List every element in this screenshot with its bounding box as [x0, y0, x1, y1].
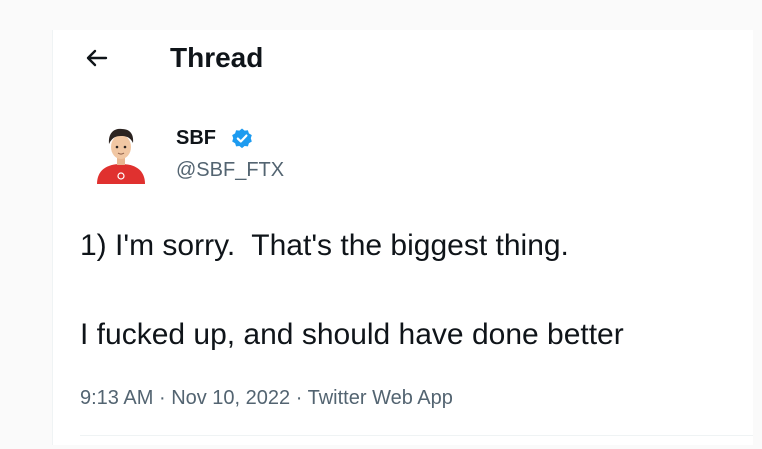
meta-separator: · — [295, 387, 303, 409]
meta-separator: · — [158, 387, 166, 409]
avatar-icon — [97, 128, 145, 184]
page-title: Thread — [170, 42, 264, 73]
tweet-source[interactable]: Twitter Web App — [308, 387, 453, 409]
tweet-time[interactable]: 9:13 AM — [80, 387, 153, 409]
display-name[interactable]: SBF — [176, 126, 216, 150]
tweet-text-line: I fucked up, and should have done better — [80, 318, 624, 351]
verified-badge — [230, 127, 254, 151]
arrow-left-icon — [86, 49, 108, 67]
verified-badge-icon — [232, 128, 252, 149]
user-handle[interactable]: @SBF_FTX — [176, 158, 284, 182]
back-button[interactable] — [79, 40, 115, 76]
avatar[interactable] — [93, 124, 149, 184]
tweet-metadata: 9:13 AM · Nov 10, 2022 · Twitter Web App — [80, 386, 453, 410]
divider — [80, 435, 753, 436]
tweet-text-line: 1) I'm sorry. That's the biggest thing. — [80, 229, 569, 262]
tweet-date[interactable]: Nov 10, 2022 — [171, 387, 290, 409]
thread-header: Thread — [53, 30, 753, 86]
thread-panel: Thread SBF @SBF_FTX 1) I'm sorry. That's… — [52, 30, 753, 445]
